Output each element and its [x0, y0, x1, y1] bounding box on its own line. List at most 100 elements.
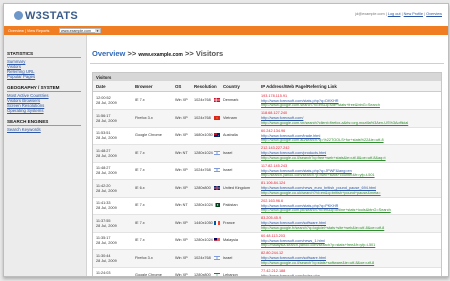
cell-resolution: 1280x800 [194, 185, 211, 190]
sidebar-section-title: GEOGRAPHY / SYSTEM [7, 85, 60, 90]
cell-os: Win XP [175, 133, 188, 137]
cell-referrer-link[interactable]: http://malaysia.search.yahoo.com/search?… [261, 243, 375, 247]
cell-country: Israel [223, 168, 233, 172]
table-row: 11:48:27 28 Jul, 2009 IE 7.x Win XP 1024x768… [93, 162, 441, 180]
overview-link[interactable]: Overview [426, 12, 442, 16]
cell-ip[interactable]: 81.106.84.124 [261, 181, 285, 185]
visit-date: 28 Jul, 2009 [96, 258, 117, 263]
page-header: W3STATS jd@example.com | Log out | New P… [4, 4, 448, 26]
cell-os: Win XP [175, 255, 188, 260]
cell-page-link[interactable]: http://www.forecsoft.com/stats.php?q=JPW… [261, 169, 352, 173]
cell-page-link[interactable]: http://www.forecsoft.com/news_1.html [261, 239, 325, 243]
site-select[interactable]: www.example.com ▼ [59, 27, 101, 33]
table-row: 11:41:33 28 Jul, 2009 IE 7.x Win NT 1280x102… [93, 197, 441, 215]
cell-page-link[interactable]: http://www.forecsoft.com/software.html [261, 256, 326, 260]
cell-date: 12:00:52 28 Jul, 2009 [96, 96, 117, 106]
flag-icon [214, 150, 220, 155]
cell-resolution: 1280x1024 [194, 203, 213, 207]
cell-referrer-link[interactable]: http://www.google.com.search?hl=en&q=sit… [261, 103, 380, 107]
visit-time: 11:37:55 [96, 218, 111, 223]
cell-date: 11:24:0328 Jul, 2009 [96, 271, 117, 277]
cell-ip[interactable]: 212.143.227.242 [261, 146, 290, 150]
cell-page-link[interactable]: http://www.forecsoft.com/stats.php?q=PKK… [261, 204, 338, 208]
cell-browser: IE 7.x [135, 238, 145, 242]
panel-header: Visitors [93, 73, 441, 81]
visit-time: 11:42:20 [96, 183, 111, 188]
visit-date: 28 Jul, 2009 [96, 206, 117, 210]
cell-resolution: 1024x768 [194, 115, 211, 120]
nav-bar: Overview | View Reports www.example.com … [4, 26, 448, 35]
cell-ip[interactable]: 60.48.113.203 [261, 234, 285, 238]
cell-page-link[interactable]: http://www.forecsoft.com/trade.html [261, 134, 320, 138]
visit-time: 12:00:52 [96, 96, 111, 100]
flag-icon [214, 238, 220, 242]
cell-referrer-link[interactable]: http://www.google.com.pk/search?hl=en&q=… [261, 208, 391, 212]
logout-link[interactable]: Log out [388, 12, 401, 16]
col-os-header: OS [175, 84, 182, 89]
visitors-panel: Visitors Date Browser OS Resolution Country I… [92, 72, 442, 277]
cell-page-link[interactable]: http://www.forecsoft.com/stats.php?q=DKK… [261, 99, 339, 103]
cell-browser: IE 7.x [135, 220, 145, 225]
cell-browser: IE 7.x [135, 150, 145, 155]
col-browser-header: Browser [135, 84, 153, 89]
cell-page-link[interactable]: http://www.forecsoft.com/products.html [261, 151, 326, 155]
visit-date: 28 Jul, 2009 [96, 153, 117, 158]
title-overview[interactable]: Overview [92, 49, 125, 58]
cell-browser: Google Chrome [135, 133, 162, 137]
cell-browser: IE 7.x [135, 203, 145, 207]
visit-date: 28 Jul, 2009 [96, 171, 117, 175]
col-country-header: Country [223, 84, 240, 89]
cell-ip[interactable]: 83.205.45.9 [261, 216, 281, 220]
table-row: 11:24:0328 Jul, 2009 Google Chrome Win XP 1… [93, 267, 441, 277]
divider [7, 91, 81, 92]
cell-ip[interactable]: 193.178.115.91 [261, 94, 287, 98]
cell-resolution: 1440x1050 [194, 220, 213, 225]
main-content: Overview >> www.example.com >> Visitors … [86, 35, 448, 276]
title-domain: www.example.com [138, 52, 183, 58]
cell-browser: Firefox 3.x [135, 255, 153, 260]
cell-browser: Google Chrome [135, 273, 162, 277]
visit-date: 28 Jul, 2009 [96, 241, 117, 245]
cell-ip[interactable]: 77.42.212.188 [261, 269, 285, 273]
cell-page-link[interactable]: http://www.forecsoft.com/software.html [261, 221, 326, 225]
nav-label[interactable]: Overview | View Reports [8, 29, 49, 33]
divider [7, 57, 81, 58]
visit-time: 11:24:03 [96, 271, 111, 275]
cell-ip[interactable]: 118.68.127.240 [261, 111, 287, 115]
cell-page-link[interactable]: http://www.forecsoft.com/index.php [261, 274, 320, 277]
cell-referrer-link[interactable]: http://www.google.co.il/search?q=stats+s… [261, 261, 374, 265]
sidebar-link[interactable]: Search Keywords [7, 127, 41, 132]
cell-os: Win XP [175, 115, 188, 120]
flag-icon [214, 255, 220, 260]
cell-country: Israel [223, 150, 233, 155]
sidebar-link[interactable]: Popular Pages [7, 74, 35, 79]
title-separator: >> [184, 49, 194, 58]
separator: | [424, 12, 426, 16]
cell-referrer-link[interactable]: http://www.google.com.au/search?q=%22TOO… [261, 138, 384, 142]
cell-referrer-link[interactable]: http://www.google.fr/search?q=logiciel+s… [261, 226, 384, 230]
cell-date: 11:53:51 28 Jul, 2009 [96, 131, 117, 141]
cell-ip[interactable]: 117.82.145.243 [261, 164, 287, 168]
visit-date: 28 Jul, 2009 [96, 276, 117, 277]
cell-ip[interactable]: 60.242.134.96 [261, 129, 285, 133]
logo[interactable]: W3STATS [14, 10, 78, 22]
cell-page-link[interactable]: http://www.forecsoft.com/news_euro_briti… [261, 186, 376, 190]
table-row: 11:37:55 28 Jul, 2009 IE 7.x Win XP 1440x105… [93, 214, 441, 233]
cell-ip[interactable]: 82.80.244.12 [261, 251, 283, 255]
cell-ip[interactable]: 202.163.96.6 [261, 199, 283, 203]
cell-browser: Firefox 3.x [135, 115, 153, 120]
flag-icon [214, 168, 220, 172]
cell-referrer-link[interactable]: http://www.google.co.il/search?q=free+we… [261, 156, 386, 160]
sidebar-link[interactable]: Operating Systems [7, 108, 44, 113]
new-profile-link[interactable]: New Profile [404, 12, 423, 16]
cell-country: Vietnam [223, 115, 237, 120]
cell-country: Malaysia [223, 238, 238, 242]
cell-referrer-link[interactable]: http://www.google.com.vn/search?client=f… [261, 121, 408, 125]
flag-icon [214, 220, 220, 225]
cell-referrer-link[interactable]: http://www.google.co.uk/search?hl=en&q=b… [261, 191, 381, 195]
table-row: 11:53:51 28 Jul, 2009 Google Chrome Win XP 1… [93, 127, 441, 145]
cell-page-link[interactable]: http://www.forecsoft.com/ [261, 116, 303, 120]
page-title: Overview >> www.example.com >> Visitors [92, 49, 223, 58]
cell-referrer-link[interactable]: http://search.yahoo.com/search?p=web+sta… [261, 173, 375, 177]
separator: | [401, 12, 403, 16]
